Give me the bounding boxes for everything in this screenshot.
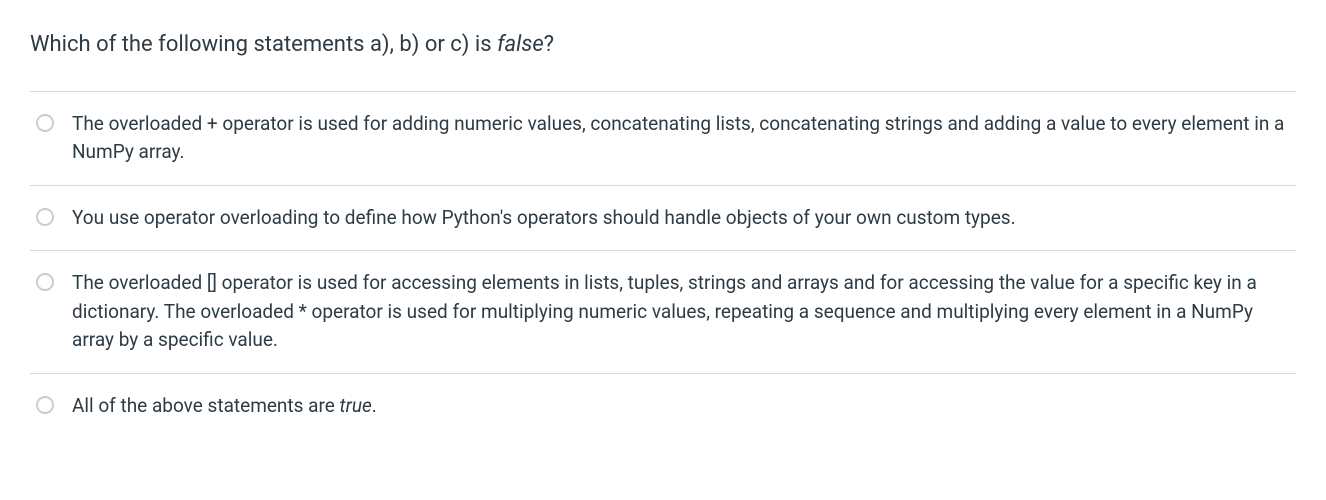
question-emphasized: false xyxy=(497,32,544,57)
radio-wrapper xyxy=(30,392,54,414)
radio-button[interactable] xyxy=(36,273,54,291)
question-text: Which of the following statements a), b)… xyxy=(30,30,1296,61)
radio-wrapper xyxy=(30,110,54,132)
question-prefix: Which of the following statements a), b)… xyxy=(30,32,497,57)
option-text-italic: true xyxy=(340,394,372,417)
option-text: You use operator overloading to define h… xyxy=(72,204,1296,233)
radio-wrapper xyxy=(30,269,54,291)
option-row[interactable]: The overloaded [] operator is used for a… xyxy=(30,251,1296,374)
option-row[interactable]: The overloaded + operator is used for ad… xyxy=(30,92,1296,186)
option-text: The overloaded + operator is used for ad… xyxy=(72,110,1296,167)
option-row[interactable]: All of the above statements are true. xyxy=(30,374,1296,439)
radio-button[interactable] xyxy=(36,114,54,132)
options-list: The overloaded + operator is used for ad… xyxy=(30,91,1296,439)
option-text: The overloaded [] operator is used for a… xyxy=(72,269,1296,355)
question-suffix: ? xyxy=(544,32,554,57)
radio-button[interactable] xyxy=(36,396,54,414)
radio-button[interactable] xyxy=(36,208,54,226)
radio-wrapper xyxy=(30,204,54,226)
option-text: All of the above statements are true. xyxy=(72,392,1296,421)
option-text-suffix: . xyxy=(372,394,377,417)
option-text-prefix: All of the above statements are xyxy=(72,394,340,417)
option-row[interactable]: You use operator overloading to define h… xyxy=(30,186,1296,252)
